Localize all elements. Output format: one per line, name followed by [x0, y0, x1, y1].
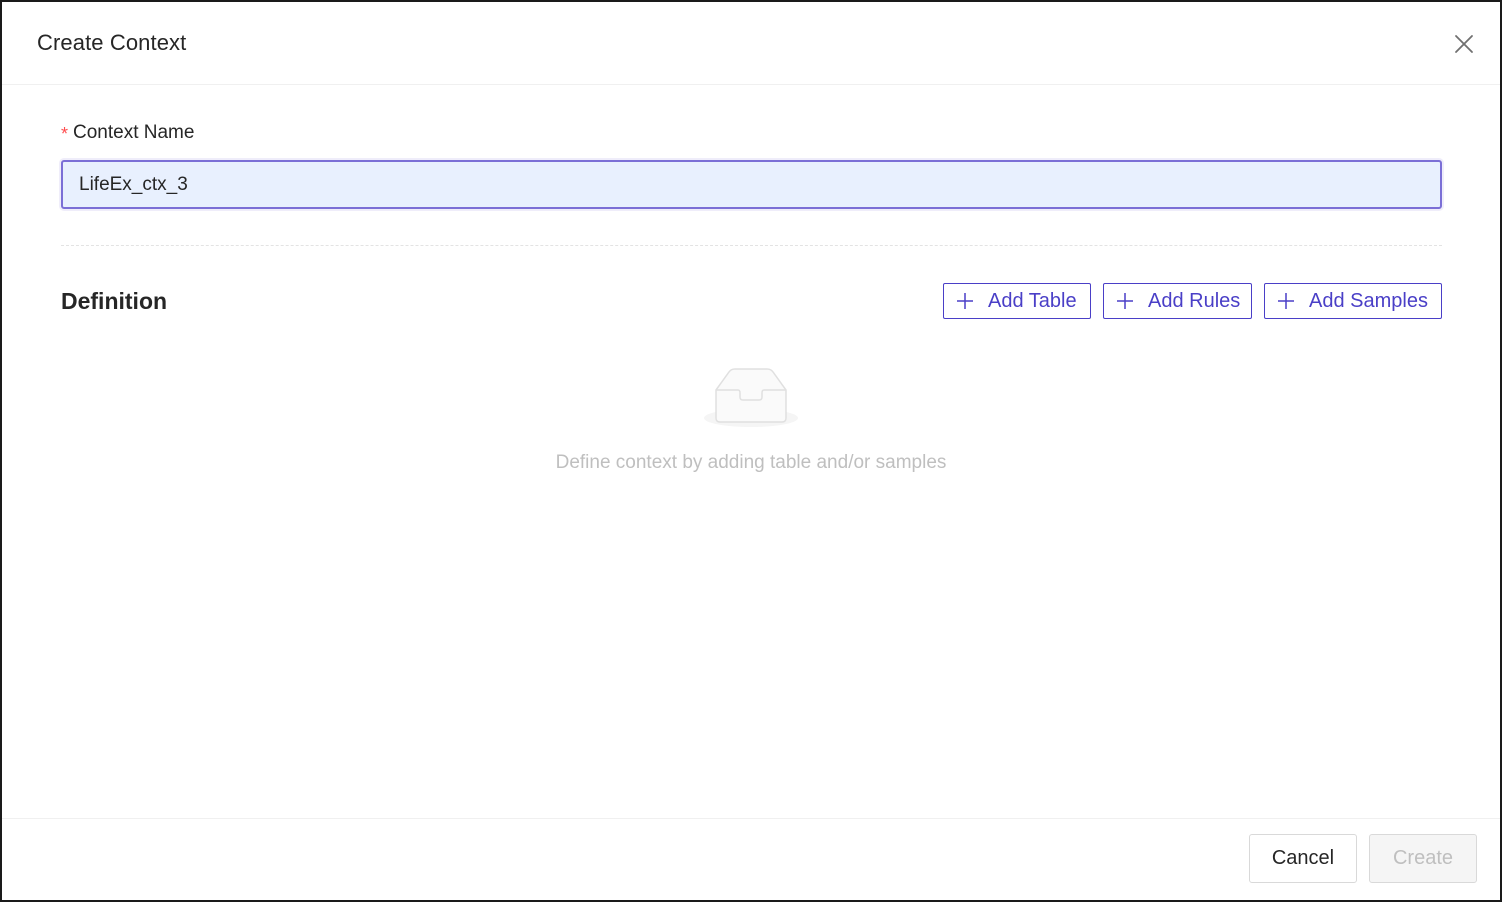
dialog-footer: Cancel Create	[2, 818, 1500, 900]
cancel-button[interactable]: Cancel	[1249, 834, 1357, 883]
definition-title: Definition	[61, 288, 168, 314]
empty-inbox-icon	[704, 368, 798, 427]
add-samples-label: Add Samples	[1309, 289, 1428, 312]
create-context-dialog: Create Context * Context Name Definition…	[0, 0, 1502, 902]
required-marker: *	[61, 123, 69, 144]
add-samples-button[interactable]: Add Samples	[1264, 283, 1442, 319]
close-icon	[1455, 35, 1473, 53]
context-name-label-text: Context Name	[73, 122, 195, 143]
empty-state-text: Define context by adding table and/or sa…	[555, 452, 947, 473]
plus-icon	[1116, 292, 1134, 310]
add-rules-label: Add Rules	[1148, 289, 1241, 312]
plus-icon	[1277, 292, 1295, 310]
create-button[interactable]: Create	[1369, 834, 1477, 883]
close-button[interactable]	[1448, 28, 1480, 60]
context-name-label: * Context Name	[61, 122, 194, 144]
section-divider	[61, 245, 1442, 246]
empty-state: Define context by adding table and/or sa…	[2, 366, 1500, 474]
add-rules-button[interactable]: Add Rules	[1103, 283, 1252, 319]
dialog-title: Create Context	[37, 30, 187, 55]
add-table-button[interactable]: Add Table	[943, 283, 1091, 319]
dialog-header: Create Context	[2, 2, 1500, 85]
context-name-input[interactable]	[61, 160, 1442, 209]
add-table-label: Add Table	[988, 289, 1077, 312]
plus-icon	[956, 292, 974, 310]
